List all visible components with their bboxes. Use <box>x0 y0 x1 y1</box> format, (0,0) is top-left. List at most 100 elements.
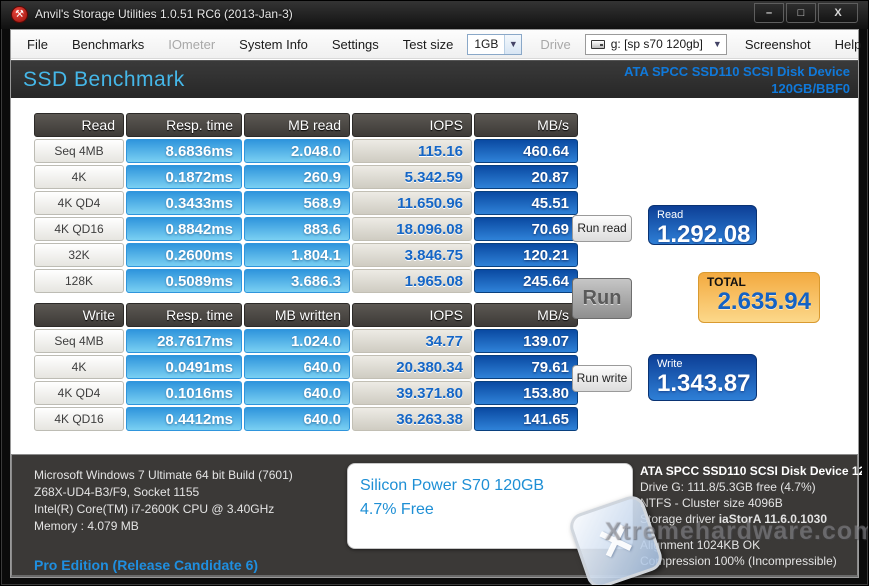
app-icon: ⚒ <box>11 6 28 23</box>
title-bar: ⚒ Anvil's Storage Utilities 1.0.51 RC6 (… <box>1 1 868 29</box>
menu-file[interactable]: File <box>17 33 58 56</box>
result-cell: 0.1872ms <box>126 165 242 189</box>
column-header: MB/s <box>474 113 578 137</box>
board-line: Z68X-UD4-B3/F9, Socket 1155 <box>34 485 200 499</box>
result-cell: 139.07 <box>474 329 578 353</box>
read-score-value: 1.292.08 <box>657 221 751 248</box>
column-header: MB written <box>244 303 350 327</box>
row-label: 32K <box>34 243 124 267</box>
run-read-button[interactable]: Run read <box>572 215 632 242</box>
menu-screenshot[interactable]: Screenshot <box>735 33 821 56</box>
result-cell: 0.8842ms <box>126 217 242 241</box>
result-cell: 0.4412ms <box>126 407 242 431</box>
result-cell: 0.5089ms <box>126 269 242 293</box>
drive-select[interactable]: g: [sp s70 120gb] ▼ <box>584 33 727 55</box>
result-cell: 260.9 <box>244 165 350 189</box>
column-header: Write <box>34 303 124 327</box>
read-score-box: Read 1.292.08 <box>648 205 757 248</box>
row-label: 4K QD16 <box>34 407 124 431</box>
result-cell: 141.65 <box>474 407 578 431</box>
result-cell: 20.380.34 <box>352 355 472 379</box>
row-label: 4K <box>34 355 124 379</box>
total-score-box: TOTAL 2.635.94 <box>698 272 820 323</box>
drive-value: g: [sp s70 120gb] <box>610 37 703 51</box>
result-cell: 883.6 <box>244 217 350 241</box>
row-label: 4K QD16 <box>34 217 124 241</box>
result-cell: 640.0 <box>244 355 350 379</box>
result-cell: 28.7617ms <box>126 329 242 353</box>
drive-detail-title: ATA SPCC SSD110 SCSI Disk Device 120 <box>640 464 862 478</box>
test-size-value: 1GB <box>474 37 499 51</box>
result-cell: 0.1016ms <box>126 381 242 405</box>
cpu-line: Intel(R) Core(TM) i7-2600K CPU @ 3.40GHz <box>34 502 275 516</box>
result-cell: 120.21 <box>474 243 578 267</box>
result-cell: 153.80 <box>474 381 578 405</box>
minimize-button[interactable]: – <box>754 3 784 23</box>
total-score-value: 2.635.94 <box>717 288 811 315</box>
maximize-button[interactable]: □ <box>786 3 816 23</box>
result-cell: 79.61 <box>474 355 578 379</box>
row-label: 128K <box>34 269 124 293</box>
os-line: Microsoft Windows 7 Ultimate 64 bit Buil… <box>34 468 293 482</box>
result-cell: 115.16 <box>352 139 472 163</box>
column-header: Resp. time <box>126 113 242 137</box>
system-info: Microsoft Windows 7 Ultimate 64 bit Buil… <box>34 467 293 535</box>
drive-detail: ATA SPCC SSD110 SCSI Disk Device 120 Dri… <box>640 463 862 569</box>
result-cell: 2.048.0 <box>244 139 350 163</box>
column-header: MB read <box>244 113 350 137</box>
write-results-table: Write Resp. time MB written IOPS MB/s Seq 4MB… <box>34 303 578 431</box>
drive-capacity-line: Drive G: 111.8/5.3GB free (4.7%) <box>640 480 816 494</box>
result-cell: 1.804.1 <box>244 243 350 267</box>
write-score-box: Write 1.343.87 <box>648 354 757 401</box>
result-cell: 20.87 <box>474 165 578 189</box>
window-title: Anvil's Storage Utilities 1.0.51 RC6 (20… <box>35 7 293 21</box>
result-cell: 460.64 <box>474 139 578 163</box>
drive-name: Silicon Power S70 120GB <box>360 477 545 494</box>
result-cell: 640.0 <box>244 407 350 431</box>
menu-iometer: IOmeter <box>168 36 216 52</box>
chevron-down-icon[interactable]: ▼ <box>709 35 726 54</box>
result-cell: 36.263.38 <box>352 407 472 431</box>
row-label: 4K QD4 <box>34 381 124 405</box>
row-label: Seq 4MB <box>34 139 124 163</box>
memory-line: Memory : 4.079 MB <box>34 519 139 533</box>
result-cell: 0.0491ms <box>126 355 242 379</box>
result-cell: 568.9 <box>244 191 350 215</box>
edition-label: Pro Edition (Release Candidate 6) <box>34 557 259 573</box>
device-name: ATA SPCC SSD110 SCSI Disk Device 120GB/B… <box>624 64 850 96</box>
close-button[interactable]: X <box>818 3 858 23</box>
menu-benchmarks[interactable]: Benchmarks <box>62 33 154 56</box>
column-header: IOPS <box>352 113 472 137</box>
result-cell: 18.096.08 <box>352 217 472 241</box>
result-cell: 245.64 <box>474 269 578 293</box>
column-header: Read <box>34 113 124 137</box>
benchmark-content: Read Resp. time MB read IOPS MB/s Seq 4MB 8.68… <box>11 98 858 482</box>
result-cell: 1.024.0 <box>244 329 350 353</box>
menu-settings[interactable]: Settings <box>322 33 389 56</box>
result-cell: 3.686.3 <box>244 269 350 293</box>
write-score-value: 1.343.87 <box>657 370 751 397</box>
result-cell: 0.3433ms <box>126 191 242 215</box>
menu-bar: File Benchmarks IOmeter System Info Sett… <box>11 30 861 59</box>
result-cell: 8.6836ms <box>126 139 242 163</box>
drive-icon <box>590 39 605 49</box>
watermark-text: Xtremehardware.com <box>604 517 869 545</box>
run-write-button[interactable]: Run write <box>572 365 632 392</box>
chevron-down-icon[interactable]: ▼ <box>504 34 522 54</box>
row-label: 4K <box>34 165 124 189</box>
test-size-select[interactable]: 1GB ▼ <box>467 33 523 55</box>
column-header: Resp. time <box>126 303 242 327</box>
column-header: IOPS <box>352 303 472 327</box>
app-window: ⚒ Anvil's Storage Utilities 1.0.51 RC6 (… <box>0 0 869 586</box>
row-label: Seq 4MB <box>34 329 124 353</box>
run-button[interactable]: Run <box>572 278 632 319</box>
result-cell: 11.650.96 <box>352 191 472 215</box>
menu-system-info[interactable]: System Info <box>229 33 318 56</box>
menu-help[interactable]: Help <box>825 33 868 56</box>
read-results-table: Read Resp. time MB read IOPS MB/s Seq 4MB 8.68… <box>34 113 578 293</box>
compression-line: Compression 100% (Incompressible) <box>640 554 837 568</box>
benchmark-banner: SSD Benchmark ATA SPCC SSD110 SCSI Disk … <box>11 60 858 98</box>
column-header: MB/s <box>474 303 578 327</box>
result-cell: 70.69 <box>474 217 578 241</box>
result-cell: 0.2600ms <box>126 243 242 267</box>
